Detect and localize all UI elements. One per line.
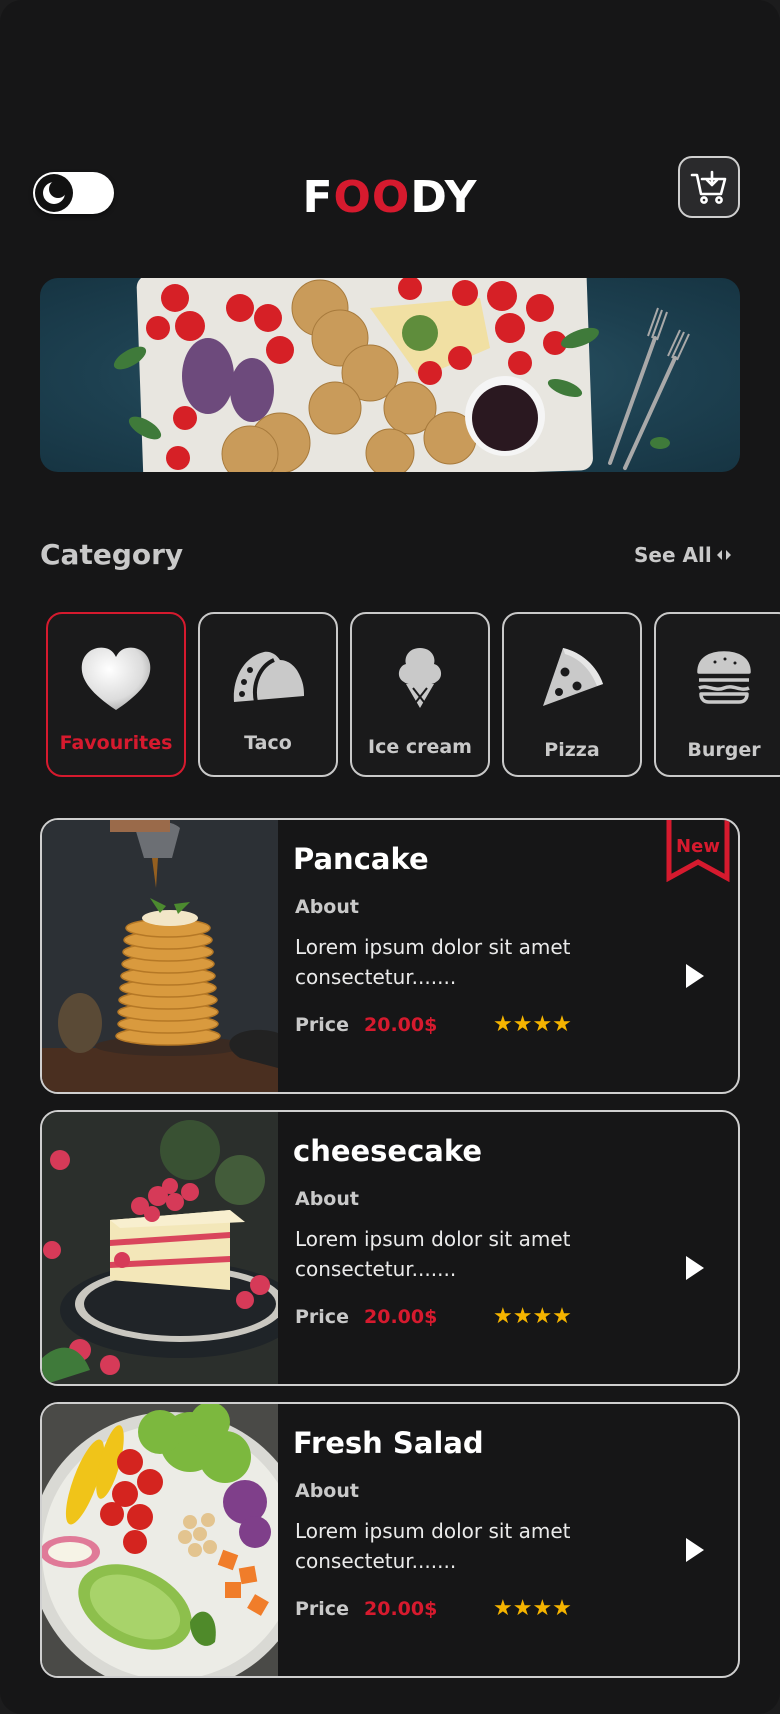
food-card-pancake[interactable]: Pancake About Lorem ipsum dolor sit amet… — [40, 818, 740, 1094]
cart-button[interactable] — [678, 156, 740, 218]
ice-cream-icon — [398, 648, 442, 708]
category-favourites[interactable]: Favourites — [46, 612, 186, 777]
see-all-link[interactable]: See All — [634, 543, 732, 567]
category-list: Favourites Taco Ice cream Pizza Burger — [46, 612, 780, 778]
app-screen: FOODY Category See All Favourites Taco I… — [0, 0, 780, 1714]
category-label: Favourites — [59, 732, 173, 754]
category-taco[interactable]: Taco — [198, 612, 338, 777]
play-arrow-icon[interactable] — [684, 962, 706, 994]
category-label: Ice cream — [368, 736, 472, 758]
food-description: Lorem ipsum dolor sit amet consectetur..… — [295, 935, 571, 989]
food-rating-stars: ★★★★ — [493, 1304, 572, 1329]
food-card-cheesecake[interactable]: cheesecake About Lorem ipsum dolor sit a… — [40, 1110, 740, 1386]
category-pizza[interactable]: Pizza — [502, 612, 642, 777]
food-description: Lorem ipsum dolor sit amet consectetur..… — [295, 1227, 571, 1281]
food-name: Fresh Salad — [293, 1426, 484, 1460]
heart-icon — [81, 647, 151, 710]
promo-banner[interactable] — [40, 278, 740, 472]
new-badge: New — [666, 820, 730, 883]
food-price: 20.00$ — [364, 1014, 438, 1036]
food-price-label: Price — [295, 1014, 349, 1036]
category-burger[interactable]: Burger — [654, 612, 780, 777]
food-price: 20.00$ — [364, 1306, 438, 1328]
logo-part-2: OO — [333, 172, 411, 223]
play-arrow-icon[interactable] — [684, 1254, 706, 1286]
category-label: Taco — [244, 732, 292, 754]
food-photo-pancake — [42, 820, 278, 1092]
food-rating-stars: ★★★★ — [493, 1012, 572, 1037]
category-label: Burger — [687, 739, 761, 761]
food-description: Lorem ipsum dolor sit amet consectetur..… — [295, 1519, 571, 1573]
food-photo-fresh-salad — [42, 1404, 278, 1676]
food-name: Pancake — [293, 842, 429, 876]
banner-image — [113, 278, 690, 472]
cart-icon — [690, 170, 727, 204]
see-all-label: See All — [634, 543, 712, 567]
double-chevron-icon — [716, 550, 731, 560]
logo-part-1: F — [302, 172, 334, 223]
food-card-fresh-salad[interactable]: Fresh Salad About Lorem ipsum dolor sit … — [40, 1402, 740, 1678]
pizza-icon — [543, 648, 603, 706]
logo-part-3: DY — [410, 172, 478, 223]
category-title: Category — [40, 538, 184, 571]
burger-icon — [697, 651, 751, 704]
food-about-label: About — [295, 1188, 359, 1210]
play-arrow-icon[interactable] — [684, 1536, 706, 1568]
food-photo-cheesecake — [42, 1112, 278, 1384]
app-logo: FOODY — [0, 172, 780, 223]
taco-icon — [233, 651, 304, 703]
food-about-label: About — [295, 896, 359, 918]
food-name: cheesecake — [293, 1134, 483, 1168]
food-price-label: Price — [295, 1306, 349, 1328]
food-price: 20.00$ — [364, 1598, 438, 1620]
category-ice-cream[interactable]: Ice cream — [350, 612, 490, 777]
category-label: Pizza — [544, 739, 600, 761]
food-rating-stars: ★★★★ — [493, 1596, 572, 1621]
food-price-label: Price — [295, 1598, 349, 1620]
badge-label: New — [676, 836, 720, 857]
food-about-label: About — [295, 1480, 359, 1502]
